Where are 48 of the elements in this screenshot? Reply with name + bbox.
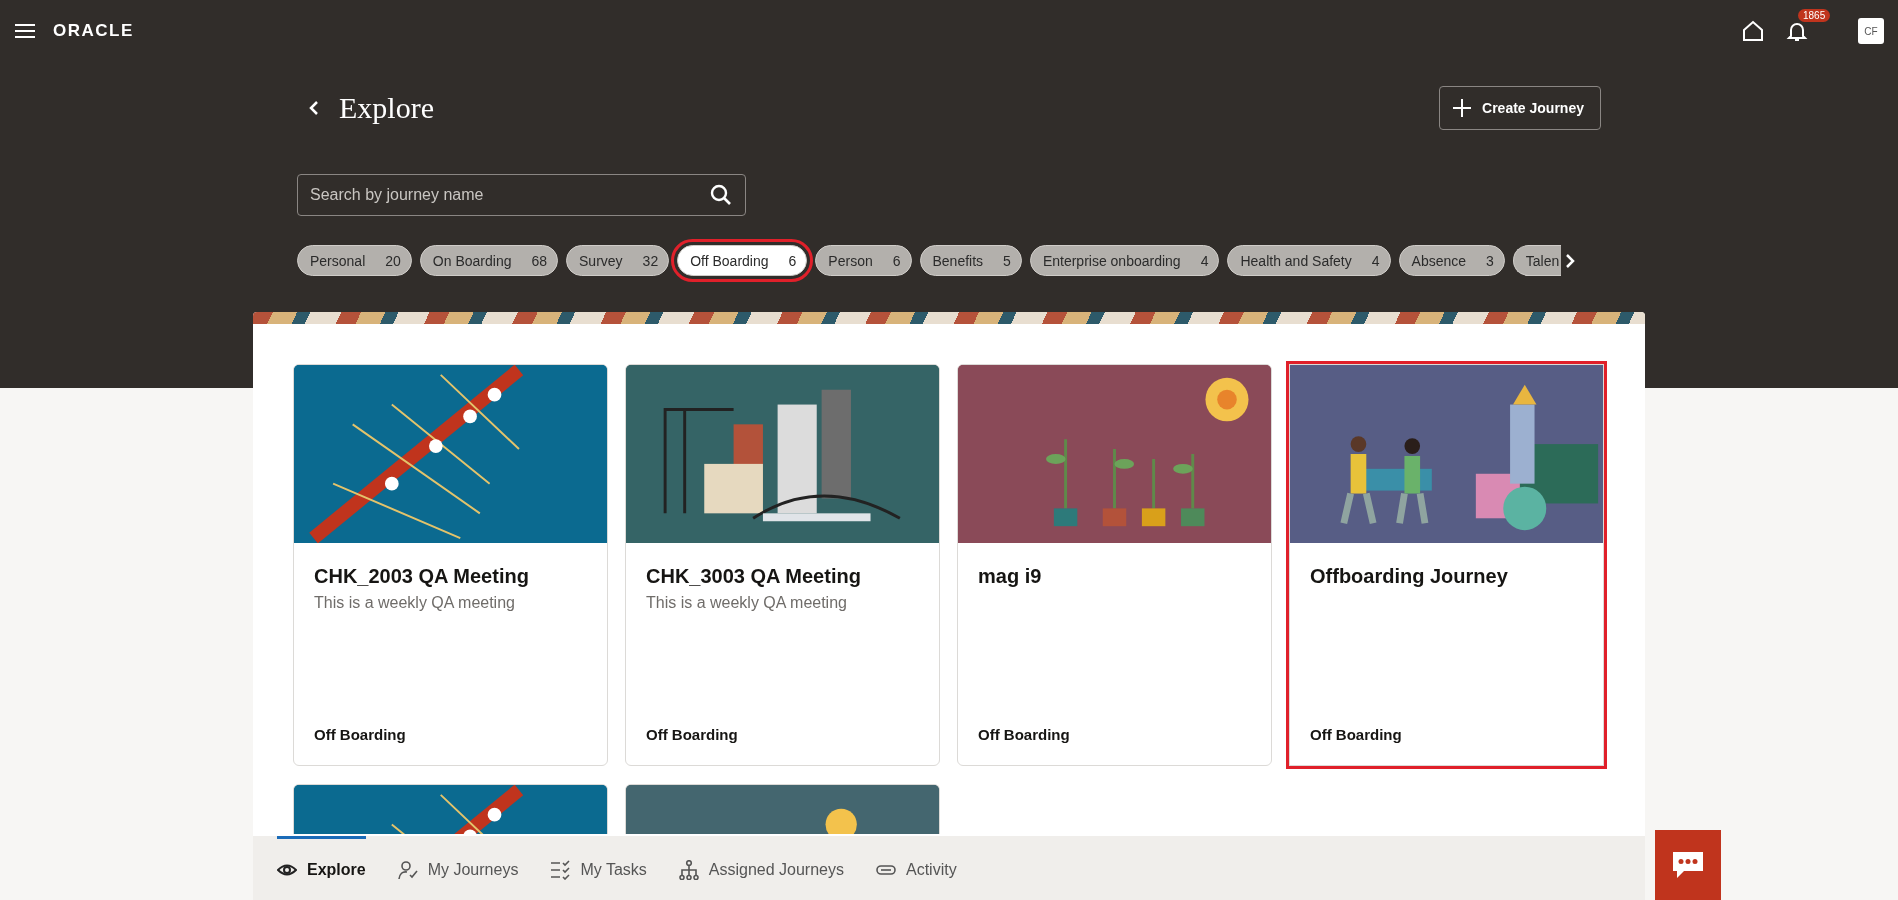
create-journey-button[interactable]: Create Journey [1439,86,1601,130]
card-description: This is a weekly QA meeting [314,594,516,612]
person-check-icon [397,859,418,880]
menu-icon[interactable] [15,23,35,39]
notification-count-badge: 1865 [1798,9,1831,22]
nav-tab[interactable]: My Tasks [550,836,647,900]
card-description: This is a weekly QA meeting [646,594,848,612]
journey-card[interactable]: mag i9 Off Boarding [957,364,1272,766]
journey-card[interactable]: CHK_2003 QA Meeting This is a weekly QA meeting Off Boarding [293,364,608,766]
nav-tab[interactable]: Activity [875,836,957,900]
card-category: Off Boarding [978,726,1071,743]
card-title: CHK_2003 QA Meeting [314,565,530,588]
checklist-icon [550,859,571,880]
nav-tab[interactable]: Explore [277,836,366,900]
filter-chip[interactable]: Absence 3 [1398,245,1505,276]
card-title: mag i9 [978,565,1043,588]
notification-bell-icon[interactable] [1786,20,1808,42]
filter-chip[interactable]: Talen [1512,245,1562,276]
card-category: Off Boarding [646,726,739,743]
nav-tab[interactable]: Assigned Journeys [678,836,844,900]
page-title: Explore [339,91,434,125]
filter-chip[interactable]: Person 6 [815,245,912,276]
card-category: Off Boarding [1310,726,1403,743]
home-icon[interactable] [1742,20,1764,42]
search-icon[interactable] [710,184,732,206]
back-chevron-icon[interactable] [309,100,319,116]
journey-card[interactable] [625,784,940,834]
filter-chip[interactable]: Survey 32 [566,245,670,276]
next-chevron-icon[interactable] [1565,252,1575,269]
brand-logo[interactable]: ORACLE [53,21,134,41]
journey-card[interactable] [293,784,608,834]
chat-button[interactable] [1655,830,1721,900]
journey-card[interactable]: CHK_3003 QA Meeting This is a weekly QA meeting Off Boarding [625,364,940,766]
chat-bubble-icon [1670,849,1706,881]
search-field[interactable]: Search by journey name [297,174,746,216]
hierarchy-icon [678,859,699,880]
filter-chip[interactable]: Health and Safety 4 [1227,245,1391,276]
filter-chip[interactable]: Personal 20 [297,245,412,276]
journey-card[interactable]: Offboarding Journey Off Boarding [1289,364,1604,766]
card-title: Offboarding Journey [1310,565,1509,588]
user-avatar[interactable]: CF [1858,18,1884,44]
plus-icon [1452,98,1473,118]
nav-tab[interactable]: My Journeys [397,836,519,900]
card-category: Off Boarding [314,726,407,743]
card-title: CHK_3003 QA Meeting [646,565,862,588]
filter-chip[interactable]: Enterprise onboarding 4 [1029,245,1220,276]
filter-chip[interactable]: On Boarding 68 [419,245,559,276]
filter-chip[interactable]: Benefits 5 [919,245,1022,276]
